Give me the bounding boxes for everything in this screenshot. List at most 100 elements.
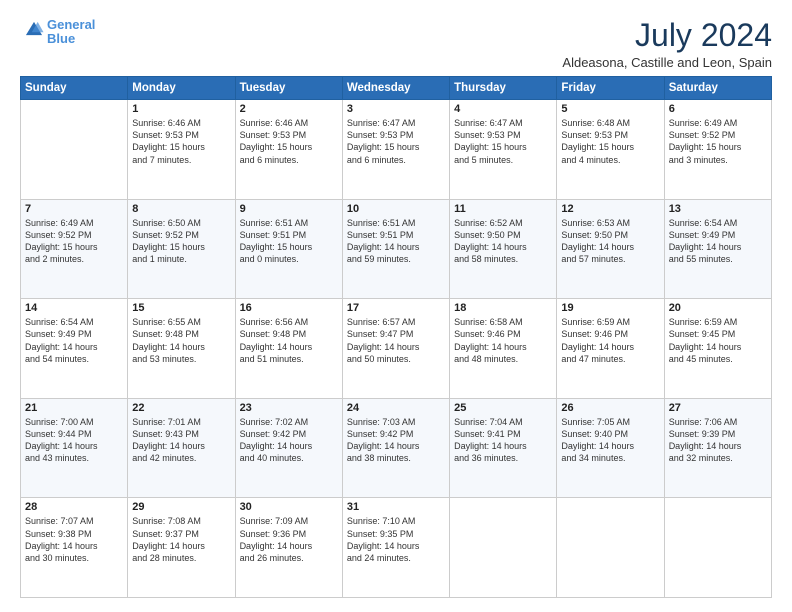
day-number: 17	[347, 302, 445, 314]
calendar-header-row: SundayMondayTuesdayWednesdayThursdayFrid…	[21, 77, 772, 100]
calendar-week-row: 1 Sunrise: 6:46 AM Sunset: 9:53 PM Daylig…	[21, 100, 772, 200]
day-info: Sunrise: 7:09 AM Sunset: 9:36 PM Dayligh…	[240, 515, 338, 564]
day-info: Sunrise: 6:49 AM Sunset: 9:52 PM Dayligh…	[669, 117, 767, 166]
calendar-cell: 12 Sunrise: 6:53 AM Sunset: 9:50 PM Dayli…	[557, 199, 664, 299]
calendar-cell: 16 Sunrise: 6:56 AM Sunset: 9:48 PM Dayli…	[235, 299, 342, 399]
calendar-cell	[21, 100, 128, 200]
calendar-cell: 1 Sunrise: 6:46 AM Sunset: 9:53 PM Daylig…	[128, 100, 235, 200]
day-info: Sunrise: 6:51 AM Sunset: 9:51 PM Dayligh…	[347, 217, 445, 266]
logo-text-line2: Blue	[47, 32, 95, 46]
calendar-cell: 25 Sunrise: 7:04 AM Sunset: 9:41 PM Dayli…	[450, 398, 557, 498]
day-number: 10	[347, 203, 445, 215]
day-number: 30	[240, 501, 338, 513]
day-number: 22	[132, 402, 230, 414]
day-info: Sunrise: 6:47 AM Sunset: 9:53 PM Dayligh…	[454, 117, 552, 166]
calendar-cell: 2 Sunrise: 6:46 AM Sunset: 9:53 PM Daylig…	[235, 100, 342, 200]
day-info: Sunrise: 6:49 AM Sunset: 9:52 PM Dayligh…	[25, 217, 123, 266]
day-info: Sunrise: 6:46 AM Sunset: 9:53 PM Dayligh…	[240, 117, 338, 166]
day-info: Sunrise: 6:57 AM Sunset: 9:47 PM Dayligh…	[347, 316, 445, 365]
day-number: 3	[347, 103, 445, 115]
day-info: Sunrise: 6:59 AM Sunset: 9:46 PM Dayligh…	[561, 316, 659, 365]
calendar-cell: 3 Sunrise: 6:47 AM Sunset: 9:53 PM Daylig…	[342, 100, 449, 200]
day-number: 12	[561, 203, 659, 215]
calendar-cell: 5Sunrise: 6:48 AM Sunset: 9:53 PM Daylig…	[557, 100, 664, 200]
subtitle: Aldeasona, Castille and Leon, Spain	[562, 55, 772, 70]
day-info: Sunrise: 7:02 AM Sunset: 9:42 PM Dayligh…	[240, 416, 338, 465]
page: General Blue July 2024 Aldeasona, Castil…	[0, 0, 792, 612]
day-info: Sunrise: 7:05 AM Sunset: 9:40 PM Dayligh…	[561, 416, 659, 465]
calendar-header-thursday: Thursday	[450, 77, 557, 100]
day-info: Sunrise: 6:46 AM Sunset: 9:53 PM Dayligh…	[132, 117, 230, 166]
calendar-cell	[450, 498, 557, 598]
main-title: July 2024	[562, 18, 772, 53]
calendar-header-sunday: Sunday	[21, 77, 128, 100]
day-number: 27	[669, 402, 767, 414]
calendar-cell: 17 Sunrise: 6:57 AM Sunset: 9:47 PM Dayli…	[342, 299, 449, 399]
logo-text-line1: General	[47, 18, 95, 32]
calendar-cell: 27 Sunrise: 7:06 AM Sunset: 9:39 PM Dayli…	[664, 398, 771, 498]
calendar-cell: 22 Sunrise: 7:01 AM Sunset: 9:43 PM Dayli…	[128, 398, 235, 498]
calendar-cell: 26Sunrise: 7:05 AM Sunset: 9:40 PM Dayli…	[557, 398, 664, 498]
day-info: Sunrise: 6:51 AM Sunset: 9:51 PM Dayligh…	[240, 217, 338, 266]
day-info: Sunrise: 6:56 AM Sunset: 9:48 PM Dayligh…	[240, 316, 338, 365]
day-number: 25	[454, 402, 552, 414]
calendar-week-row: 14 Sunrise: 6:54 AM Sunset: 9:49 PM Dayli…	[21, 299, 772, 399]
day-info: Sunrise: 6:58 AM Sunset: 9:46 PM Dayligh…	[454, 316, 552, 365]
day-info: Sunrise: 7:08 AM Sunset: 9:37 PM Dayligh…	[132, 515, 230, 564]
calendar-week-row: 7 Sunrise: 6:49 AM Sunset: 9:52 PM Daylig…	[21, 199, 772, 299]
calendar-header-wednesday: Wednesday	[342, 77, 449, 100]
day-number: 13	[669, 203, 767, 215]
calendar-cell	[557, 498, 664, 598]
calendar-header-monday: Monday	[128, 77, 235, 100]
calendar-cell: 11Sunrise: 6:52 AM Sunset: 9:50 PM Dayli…	[450, 199, 557, 299]
day-number: 18	[454, 302, 552, 314]
day-info: Sunrise: 7:06 AM Sunset: 9:39 PM Dayligh…	[669, 416, 767, 465]
day-info: Sunrise: 6:59 AM Sunset: 9:45 PM Dayligh…	[669, 316, 767, 365]
day-number: 9	[240, 203, 338, 215]
day-info: Sunrise: 6:55 AM Sunset: 9:48 PM Dayligh…	[132, 316, 230, 365]
day-number: 28	[25, 501, 123, 513]
day-number: 23	[240, 402, 338, 414]
day-info: Sunrise: 7:04 AM Sunset: 9:41 PM Dayligh…	[454, 416, 552, 465]
calendar-cell: 20 Sunrise: 6:59 AM Sunset: 9:45 PM Dayli…	[664, 299, 771, 399]
day-info: Sunrise: 6:53 AM Sunset: 9:50 PM Dayligh…	[561, 217, 659, 266]
day-info: Sunrise: 6:54 AM Sunset: 9:49 PM Dayligh…	[25, 316, 123, 365]
calendar-cell: 7 Sunrise: 6:49 AM Sunset: 9:52 PM Daylig…	[21, 199, 128, 299]
day-info: Sunrise: 7:10 AM Sunset: 9:35 PM Dayligh…	[347, 515, 445, 564]
calendar-cell: 9 Sunrise: 6:51 AM Sunset: 9:51 PM Daylig…	[235, 199, 342, 299]
day-info: Sunrise: 6:54 AM Sunset: 9:49 PM Dayligh…	[669, 217, 767, 266]
header: General Blue July 2024 Aldeasona, Castil…	[20, 18, 772, 70]
day-number: 1	[132, 103, 230, 115]
day-info: Sunrise: 7:00 AM Sunset: 9:44 PM Dayligh…	[25, 416, 123, 465]
day-info: Sunrise: 7:01 AM Sunset: 9:43 PM Dayligh…	[132, 416, 230, 465]
day-number: 16	[240, 302, 338, 314]
logo: General Blue	[20, 18, 95, 47]
calendar-table: SundayMondayTuesdayWednesdayThursdayFrid…	[20, 76, 772, 598]
day-number: 14	[25, 302, 123, 314]
day-number: 15	[132, 302, 230, 314]
day-number: 7	[25, 203, 123, 215]
calendar-header-friday: Friday	[557, 77, 664, 100]
calendar-cell	[664, 498, 771, 598]
calendar-cell: 23 Sunrise: 7:02 AM Sunset: 9:42 PM Dayli…	[235, 398, 342, 498]
calendar-cell: 24Sunrise: 7:03 AM Sunset: 9:42 PM Dayli…	[342, 398, 449, 498]
day-info: Sunrise: 6:47 AM Sunset: 9:53 PM Dayligh…	[347, 117, 445, 166]
day-number: 8	[132, 203, 230, 215]
day-number: 2	[240, 103, 338, 115]
calendar-cell: 15 Sunrise: 6:55 AM Sunset: 9:48 PM Dayli…	[128, 299, 235, 399]
day-number: 20	[669, 302, 767, 314]
calendar-week-row: 21Sunrise: 7:00 AM Sunset: 9:44 PM Dayli…	[21, 398, 772, 498]
day-info: Sunrise: 7:03 AM Sunset: 9:42 PM Dayligh…	[347, 416, 445, 465]
day-number: 29	[132, 501, 230, 513]
day-number: 4	[454, 103, 552, 115]
day-info: Sunrise: 6:52 AM Sunset: 9:50 PM Dayligh…	[454, 217, 552, 266]
calendar-week-row: 28Sunrise: 7:07 AM Sunset: 9:38 PM Dayli…	[21, 498, 772, 598]
calendar-cell: 18 Sunrise: 6:58 AM Sunset: 9:46 PM Dayli…	[450, 299, 557, 399]
calendar-cell: 21Sunrise: 7:00 AM Sunset: 9:44 PM Dayli…	[21, 398, 128, 498]
calendar-cell: 4 Sunrise: 6:47 AM Sunset: 9:53 PM Daylig…	[450, 100, 557, 200]
day-number: 6	[669, 103, 767, 115]
calendar-cell: 29 Sunrise: 7:08 AM Sunset: 9:37 PM Dayli…	[128, 498, 235, 598]
calendar-cell: 28Sunrise: 7:07 AM Sunset: 9:38 PM Dayli…	[21, 498, 128, 598]
calendar-header-tuesday: Tuesday	[235, 77, 342, 100]
calendar-header-saturday: Saturday	[664, 77, 771, 100]
